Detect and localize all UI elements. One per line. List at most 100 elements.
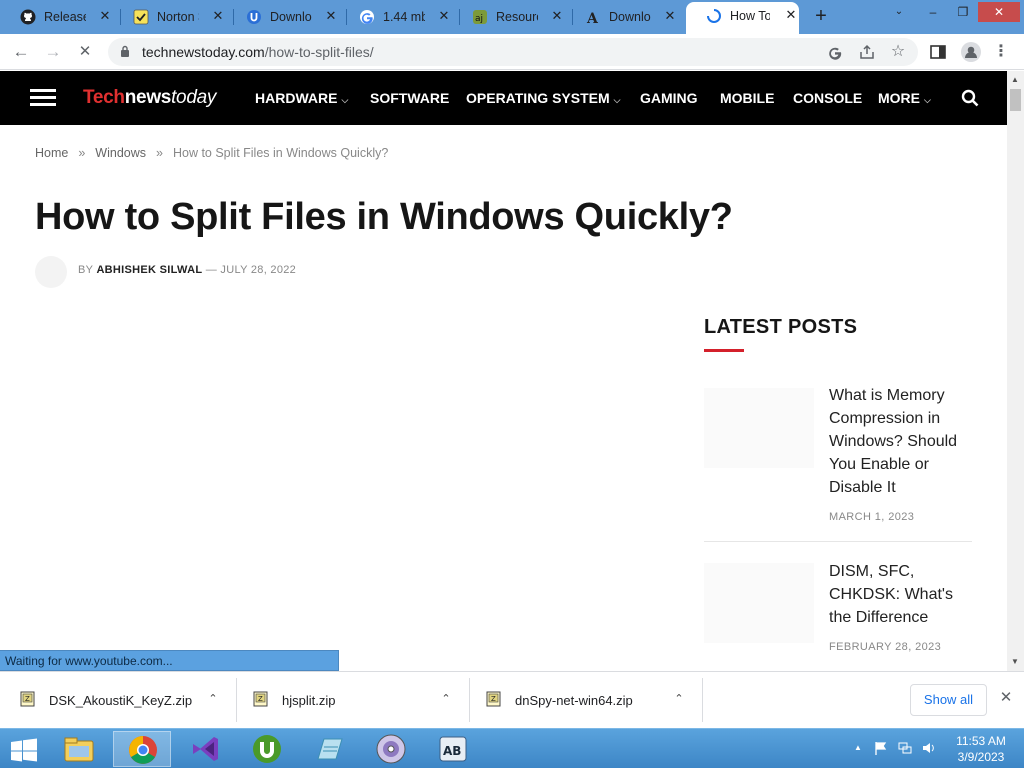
notepad-icon <box>317 738 343 760</box>
nav-more[interactable]: MORE ⌵ <box>878 90 931 106</box>
close-icon[interactable]: ✕ <box>662 8 678 24</box>
heading-accent-bar <box>704 349 744 352</box>
tab-label: Downloa <box>270 10 312 24</box>
nav-console[interactable]: CONSOLE <box>793 90 862 106</box>
site-logo[interactable]: Technewstoday <box>83 87 216 109</box>
hamburger-menu-icon[interactable] <box>30 89 56 107</box>
svg-text:AB: AB <box>443 744 461 758</box>
close-icon[interactable]: ✕ <box>323 8 339 24</box>
svg-text:aj: aj <box>475 14 483 24</box>
zip-file-icon: Z <box>486 691 501 707</box>
site-header: Technewstoday HARDWARE ⌵ SOFTWARE OPERATI… <box>0 71 1007 125</box>
svg-text:Z: Z <box>491 695 496 703</box>
tab-norton[interactable]: Norton 3 ✕ <box>113 3 226 31</box>
close-icon[interactable]: ✕ <box>210 8 226 24</box>
tray-expand-icon[interactable]: ▲ <box>851 741 865 755</box>
taskbar-notepad[interactable] <box>300 731 358 767</box>
bookmark-star-icon[interactable]: ☆ <box>889 43 907 61</box>
scroll-down-arrow-icon[interactable]: ▼ <box>1011 657 1019 666</box>
back-button[interactable]: ← <box>11 42 31 62</box>
google-translate-icon[interactable] <box>826 43 844 61</box>
breadcrumb-windows[interactable]: Windows <box>95 146 146 160</box>
download-filename: hjsplit.zip <box>282 693 336 708</box>
taskbar-visual-studio[interactable] <box>176 731 234 767</box>
share-icon[interactable] <box>858 43 876 61</box>
close-icon[interactable]: ✕ <box>783 7 799 23</box>
volume-icon[interactable] <box>922 741 936 755</box>
author-avatar[interactable] <box>35 256 67 288</box>
action-center-flag-icon[interactable] <box>874 741 888 755</box>
nav-gaming[interactable]: GAMING <box>640 90 698 106</box>
scroll-up-arrow-icon[interactable]: ▲ <box>1011 75 1019 84</box>
page-scrollbar[interactable]: ▲ ▼ <box>1007 71 1024 671</box>
network-icon[interactable] <box>898 741 912 755</box>
byline-by: BY <box>78 264 94 276</box>
github-icon <box>20 9 36 25</box>
minimize-button[interactable]: – <box>918 2 948 22</box>
close-icon[interactable]: ✕ <box>998 690 1014 706</box>
nav-software[interactable]: SOFTWARE <box>370 90 449 106</box>
forward-button[interactable]: → <box>43 42 63 62</box>
tab-download-1[interactable]: Downloa ✕ <box>226 3 339 31</box>
visual-studio-icon <box>193 737 218 761</box>
taskbar-ab-app[interactable]: AB <box>424 731 482 767</box>
utorrent-icon <box>253 735 281 763</box>
tab-google-search[interactable]: 1.44 mb ✕ <box>339 3 452 31</box>
download-filename: dnSpy-net-win64.zip <box>515 693 633 708</box>
post-thumbnail[interactable] <box>704 388 814 468</box>
nav-hardware[interactable]: HARDWARE ⌵ <box>255 90 348 106</box>
scrollbar-thumb[interactable] <box>1010 89 1021 111</box>
post-thumbnail[interactable] <box>704 563 814 643</box>
font-site-icon: A <box>586 11 599 25</box>
taskbar-chrome[interactable] <box>113 731 171 767</box>
kebab-menu-icon[interactable]: ⋮ <box>992 43 1010 61</box>
clock-date: 3/9/2023 <box>957 750 1005 764</box>
taskbar-utorrent[interactable] <box>238 731 296 767</box>
author-name[interactable]: ABHISHEK SILWAL <box>96 264 202 276</box>
lock-icon <box>121 45 129 57</box>
taskbar-dvd[interactable] <box>362 731 420 767</box>
tab-releases[interactable]: Releases ✕ <box>0 3 113 31</box>
taskbar-clock[interactable]: 11:53 AM 3/9/2023 <box>952 733 1010 765</box>
svg-text:A: A <box>586 11 599 25</box>
profile-avatar-icon[interactable] <box>961 42 981 62</box>
new-tab-button[interactable]: + <box>811 6 831 27</box>
post-date: MARCH 1, 2023 <box>829 511 915 523</box>
tab-how-to-split[interactable]: How To S ✕ <box>686 2 799 34</box>
taskbar-file-explorer[interactable] <box>50 731 108 767</box>
stop-loading-button[interactable]: ✕ <box>75 42 95 62</box>
close-icon[interactable]: ✕ <box>436 8 452 24</box>
nav-operating-system[interactable]: OPERATING SYSTEM ⌵ <box>466 90 620 106</box>
windows-start-icon[interactable] <box>10 738 38 762</box>
address-bar[interactable]: technewstoday.com/how-to-split-files/ <box>108 38 918 66</box>
close-icon[interactable]: ✕ <box>97 8 113 24</box>
download-item[interactable]: Z hjsplit.zip ⌃ <box>253 678 468 722</box>
download-item[interactable]: Z DSK_AkoustiK_KeyZ.zip ⌃ <box>20 678 235 722</box>
chevron-up-icon[interactable]: ⌃ <box>439 692 453 706</box>
chevron-down-icon: ⌵ <box>924 95 931 105</box>
chevron-up-icon[interactable]: ⌃ <box>206 692 220 706</box>
post-title-link[interactable]: What is Memory Compression in Windows? S… <box>829 384 979 499</box>
nav-label: HARDWARE <box>255 90 338 106</box>
breadcrumb-separator: » <box>156 146 163 160</box>
side-panel-icon[interactable] <box>929 43 947 61</box>
chevron-down-icon: ⌵ <box>341 95 349 105</box>
restore-button[interactable]: ❐ <box>948 2 978 22</box>
download-item[interactable]: Z dnSpy-net-win64.zip ⌃ <box>486 678 701 722</box>
download-divider <box>236 678 237 722</box>
show-all-downloads-button[interactable]: Show all <box>910 684 987 716</box>
breadcrumb-home[interactable]: Home <box>35 146 68 160</box>
tab-download-2[interactable]: A Downloa ✕ <box>565 3 678 31</box>
search-icon[interactable] <box>961 89 979 107</box>
article-byline: BY ABHISHEK SILWAL — JULY 28, 2022 <box>78 264 296 276</box>
dvd-icon <box>376 734 406 764</box>
chevron-up-icon[interactable]: ⌃ <box>672 692 686 706</box>
tab-search-icon[interactable]: ⌄ <box>884 2 914 22</box>
tab-resource[interactable]: aj Resource ✕ <box>452 3 565 31</box>
window-close-button[interactable]: ✕ <box>978 2 1020 22</box>
close-icon[interactable]: ✕ <box>549 8 565 24</box>
nav-mobile[interactable]: MOBILE <box>720 90 774 106</box>
nav-label: MOBILE <box>720 90 775 106</box>
browser-toolbar: ← → ✕ technewstoday.com/how-to-split-fil… <box>0 34 1024 70</box>
post-title-link[interactable]: DISM, SFC, CHKDSK: What's the Difference <box>829 560 979 629</box>
